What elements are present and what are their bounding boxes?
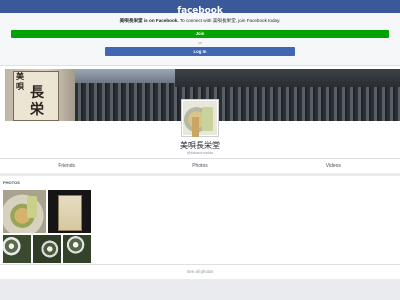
tab-friends[interactable]: Friends bbox=[0, 159, 133, 173]
profile-header: 美 唄 長 栄 美唄長栄堂 @bibaichoeido bbox=[0, 66, 400, 173]
profile-tabs: Friends Photos Videos bbox=[0, 158, 400, 173]
see-all-photos-link[interactable]: See all photos bbox=[0, 264, 400, 279]
cover-roof bbox=[175, 69, 400, 87]
photo-thumbnail[interactable] bbox=[3, 190, 46, 233]
page-handle: @bibaichoeido bbox=[186, 150, 214, 155]
cover-sign-char: 唄 bbox=[16, 81, 24, 91]
photo-thumbnail[interactable] bbox=[33, 235, 61, 263]
join-button[interactable]: Join bbox=[11, 30, 389, 38]
top-bar: facebook bbox=[0, 0, 400, 16]
tab-videos[interactable]: Videos bbox=[267, 159, 400, 173]
photos-section-title: PHOTOS bbox=[3, 180, 20, 185]
photos-section: PHOTOS See all photos bbox=[0, 176, 400, 279]
tab-photos[interactable]: Photos bbox=[133, 159, 266, 173]
profile-avatar[interactable] bbox=[181, 99, 219, 137]
join-message: 美唄長栄堂 is on Facebook. To connect with 美唄… bbox=[0, 18, 400, 24]
or-separator: or bbox=[198, 40, 202, 45]
photo-thumbnail[interactable] bbox=[63, 235, 91, 263]
join-prompt: 美唄長栄堂 is on Facebook. To connect with 美唄… bbox=[0, 13, 400, 66]
join-message-text: To connect with 美唄長栄堂, join Facebook tod… bbox=[178, 18, 281, 23]
photo-thumbnail[interactable] bbox=[3, 235, 31, 263]
photo-thumbnail[interactable] bbox=[48, 190, 91, 233]
cover-shop-sign: 美 唄 長 栄 bbox=[13, 71, 59, 121]
avatar-image bbox=[183, 101, 217, 135]
login-button[interactable]: Log In bbox=[105, 47, 295, 56]
cover-sign-char: 栄 bbox=[30, 102, 44, 118]
join-message-page: 美唄長栄堂 is on Facebook. bbox=[119, 18, 179, 23]
